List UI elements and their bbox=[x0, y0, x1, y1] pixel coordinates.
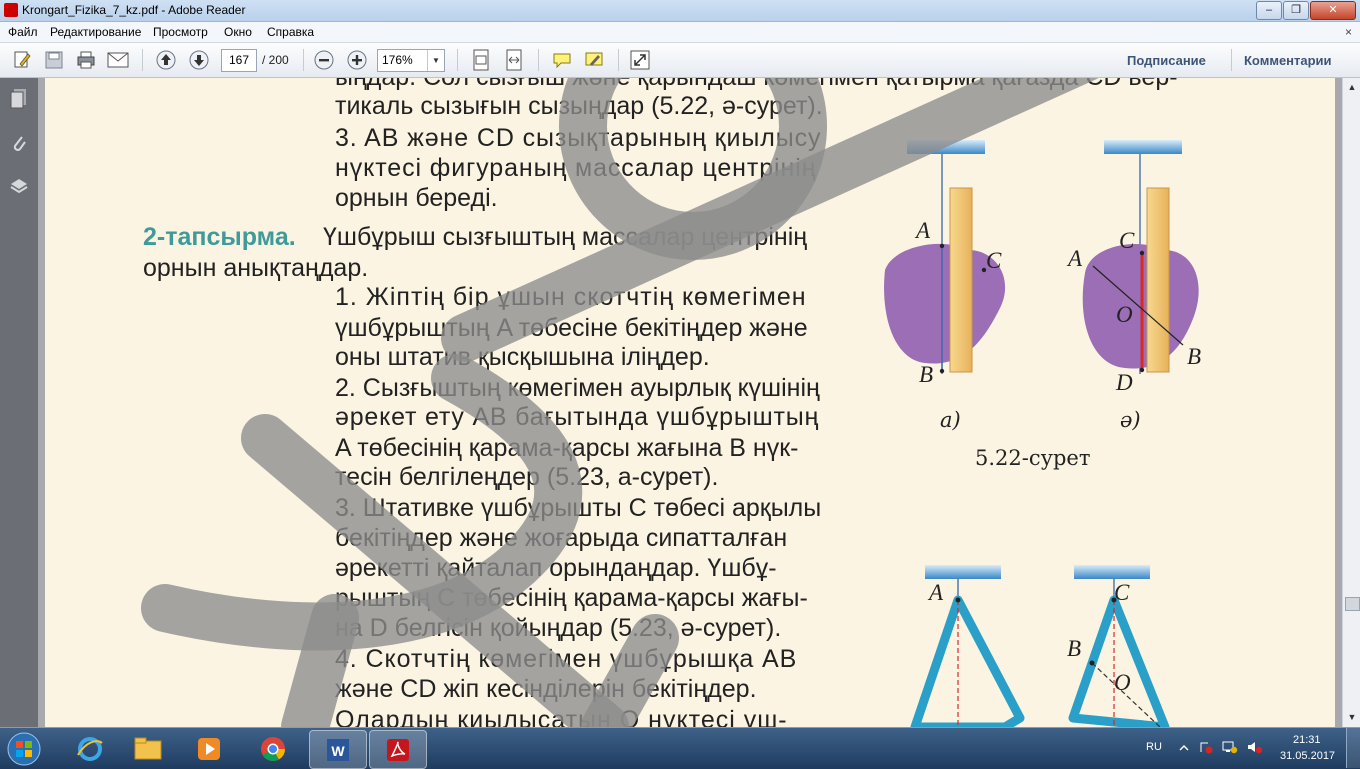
figure-label: B bbox=[1187, 344, 1202, 369]
subfigure-label: а) bbox=[940, 408, 961, 432]
volume-icon[interactable] bbox=[1247, 740, 1263, 759]
toolbar-separator bbox=[618, 49, 619, 71]
action-center-icon[interactable] bbox=[1199, 740, 1213, 759]
menu-help[interactable]: Справка bbox=[267, 25, 314, 39]
menu-window[interactable]: Окно bbox=[224, 25, 252, 39]
ruler bbox=[949, 187, 973, 373]
figure-label: C bbox=[1119, 228, 1135, 253]
scroll-thumb[interactable] bbox=[1345, 597, 1360, 611]
chrome-icon[interactable] bbox=[245, 730, 301, 767]
toolbar: 167 / 200 176% ▼ Подписание Комментарии bbox=[0, 43, 1360, 78]
highlight-icon[interactable] bbox=[582, 48, 606, 72]
support-bar bbox=[1074, 565, 1150, 579]
ruler bbox=[1146, 187, 1170, 373]
page-total: / 200 bbox=[262, 53, 289, 67]
support-bar bbox=[1104, 140, 1182, 154]
maximize-button[interactable]: ❐ bbox=[1283, 1, 1309, 20]
full-screen-icon[interactable] bbox=[628, 48, 652, 72]
scroll-down-icon[interactable]: ▼ bbox=[1345, 710, 1359, 724]
zoom-select[interactable]: 176% ▼ bbox=[377, 49, 445, 72]
scroll-up-icon[interactable]: ▲ bbox=[1345, 80, 1359, 94]
fit-page-icon[interactable] bbox=[469, 48, 493, 72]
support-bar bbox=[925, 565, 1001, 579]
figure-label: O bbox=[1116, 302, 1133, 327]
navigation-pane bbox=[0, 78, 38, 727]
next-page-icon[interactable] bbox=[187, 48, 211, 72]
figure-caption: 5.22-сурет bbox=[975, 446, 1091, 470]
previous-page-icon[interactable] bbox=[154, 48, 178, 72]
title-bar: Krongart_Fizika_7_kz.pdf - Adobe Reader … bbox=[0, 0, 1360, 22]
layers-icon[interactable] bbox=[8, 175, 30, 197]
toolbar-separator bbox=[1231, 49, 1232, 71]
document-view[interactable]: ыңдар. Сол сызғыш жәнe қарындаш көмегіме… bbox=[38, 78, 1342, 727]
menu-file[interactable]: Файл bbox=[8, 25, 38, 39]
figure-label: C bbox=[986, 248, 1002, 273]
pages-icon[interactable] bbox=[8, 88, 30, 110]
pdf-page: ыңдар. Сол сызғыш жәнe қарындаш көмегіме… bbox=[45, 78, 1335, 727]
figure-label: A bbox=[1068, 246, 1083, 271]
triangle-plate bbox=[910, 595, 1025, 727]
clock-time[interactable]: 21:31 bbox=[1293, 734, 1321, 746]
internet-explorer-icon[interactable] bbox=[62, 730, 118, 767]
sign-panel-button[interactable]: Подписание bbox=[1127, 53, 1206, 68]
media-player-icon[interactable] bbox=[181, 730, 237, 767]
menu-edit[interactable]: Редактирование bbox=[50, 25, 141, 39]
svg-text:W: W bbox=[331, 743, 345, 759]
window-title: Krongart_Fizika_7_kz.pdf - Adobe Reader bbox=[22, 3, 246, 17]
adobe-reader-icon bbox=[4, 3, 18, 17]
toolbar-separator bbox=[538, 49, 539, 71]
figure-label: B bbox=[1067, 636, 1082, 661]
email-icon[interactable] bbox=[106, 48, 130, 72]
toolbar-separator bbox=[303, 49, 304, 71]
close-document-icon[interactable]: × bbox=[1345, 25, 1352, 39]
toolbar-separator bbox=[142, 49, 143, 71]
language-indicator[interactable]: RU bbox=[1146, 741, 1162, 753]
triangle-plate bbox=[1068, 595, 1170, 727]
show-hidden-icons-icon[interactable] bbox=[1178, 741, 1190, 759]
clock-date[interactable]: 31.05.2017 bbox=[1280, 750, 1335, 762]
comment-panel-button[interactable]: Комментарии bbox=[1244, 53, 1332, 68]
start-button[interactable] bbox=[4, 730, 44, 767]
save-icon[interactable] bbox=[42, 48, 66, 72]
figure-label: B bbox=[919, 362, 934, 387]
chevron-down-icon[interactable]: ▼ bbox=[427, 50, 444, 71]
word-icon[interactable]: W bbox=[309, 730, 367, 769]
adobe-reader-taskbar-icon[interactable] bbox=[369, 730, 427, 769]
file-explorer-icon[interactable] bbox=[120, 730, 176, 767]
page-number-input[interactable]: 167 bbox=[221, 49, 257, 72]
close-button[interactable]: ✕ bbox=[1310, 1, 1356, 20]
network-icon[interactable] bbox=[1222, 740, 1238, 759]
figure-label: A bbox=[929, 580, 944, 605]
zoom-out-icon[interactable] bbox=[312, 48, 336, 72]
print-icon[interactable] bbox=[74, 48, 98, 72]
toolbar-separator bbox=[457, 49, 458, 71]
attachments-icon[interactable] bbox=[8, 133, 30, 155]
figure-5-22 bbox=[141, 78, 1199, 727]
minimize-button[interactable]: – bbox=[1256, 1, 1282, 20]
fit-width-icon[interactable] bbox=[502, 48, 526, 72]
comment-icon[interactable] bbox=[550, 48, 574, 72]
vertical-scrollbar[interactable]: ▲ ▼ bbox=[1342, 78, 1360, 727]
taskbar: W RU 21:31 31.05.2017 bbox=[0, 727, 1360, 769]
create-pdf-icon[interactable] bbox=[10, 48, 34, 72]
figure-label: D bbox=[1116, 370, 1133, 395]
figure-label: C bbox=[1114, 580, 1130, 605]
zoom-value: 176% bbox=[382, 53, 413, 67]
menu-bar: Файл Редактирование Просмотр Окно Справк… bbox=[0, 22, 1360, 43]
figure-label: A bbox=[916, 218, 931, 243]
zoom-in-icon[interactable] bbox=[345, 48, 369, 72]
subfigure-label: ә) bbox=[1120, 408, 1141, 432]
figure-label: O bbox=[1114, 670, 1131, 695]
show-desktop-button[interactable] bbox=[1346, 728, 1360, 768]
menu-view[interactable]: Просмотр bbox=[153, 25, 208, 39]
